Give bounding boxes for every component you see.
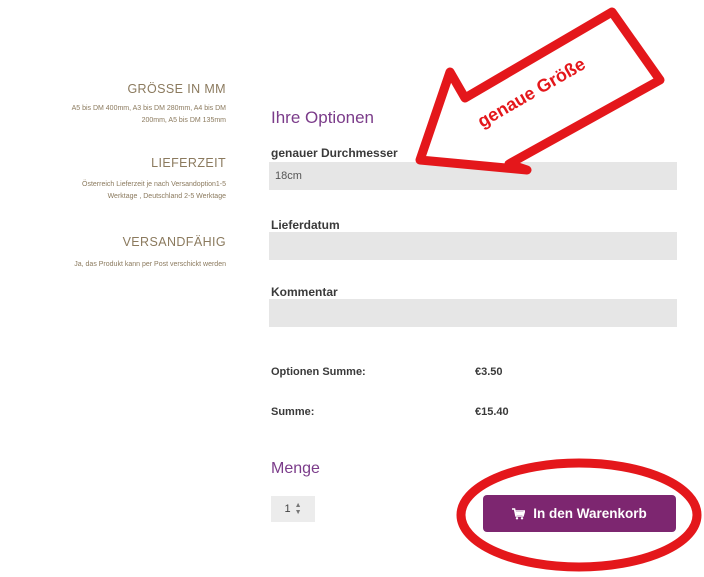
quantity-value: 1	[284, 503, 291, 515]
spec-text-size-line2: 200mm, A5 bis DM 135mm	[141, 117, 226, 124]
total-label: Summe:	[271, 406, 315, 418]
add-to-cart-label: In den Warenkorb	[533, 506, 647, 521]
spec-title-size: GRÖSSE IN MM	[127, 82, 226, 96]
annotation-arrow	[415, 7, 665, 175]
spec-text-delivery-line1: Österreich Lieferzeit je nach Versandopt…	[82, 181, 226, 188]
delivery-date-input[interactable]	[269, 232, 677, 260]
annotation-text: genaue Größe	[474, 54, 589, 132]
comment-input[interactable]	[269, 299, 677, 327]
comment-label: Kommentar	[271, 285, 338, 299]
add-to-cart-button[interactable]: In den Warenkorb	[483, 495, 676, 532]
annotation-overlay: genaue Größe	[415, 7, 702, 572]
diameter-label: genauer Durchmesser	[271, 146, 398, 160]
spinner-arrows-icon[interactable]: ▲ ▼	[295, 502, 302, 516]
delivery-date-label: Lieferdatum	[271, 218, 340, 232]
options-title: Ihre Optionen	[271, 108, 375, 127]
spec-text-delivery-line2: Werktage , Deutschland 2-5 Werktage	[107, 193, 226, 200]
options-sum-label: Optionen Summe:	[271, 366, 366, 378]
options-sum-value: €3.50	[475, 366, 503, 378]
spec-title-delivery: LIEFERZEIT	[151, 156, 226, 170]
total-value: €15.40	[475, 406, 509, 418]
quantity-stepper[interactable]: 1 ▲ ▼	[271, 496, 315, 522]
quantity-title: Menge	[271, 460, 320, 477]
diameter-input[interactable]	[269, 162, 677, 190]
shopping-cart-icon	[512, 507, 526, 519]
spec-title-shippable: VERSANDFÄHIG	[122, 235, 226, 249]
spec-text-size-line1: A5 bis DM 400mm, A3 bis DM 280mm, A4 bis…	[71, 105, 226, 112]
spec-text-shippable: Ja, das Produkt kann per Post verschickt…	[74, 261, 226, 268]
